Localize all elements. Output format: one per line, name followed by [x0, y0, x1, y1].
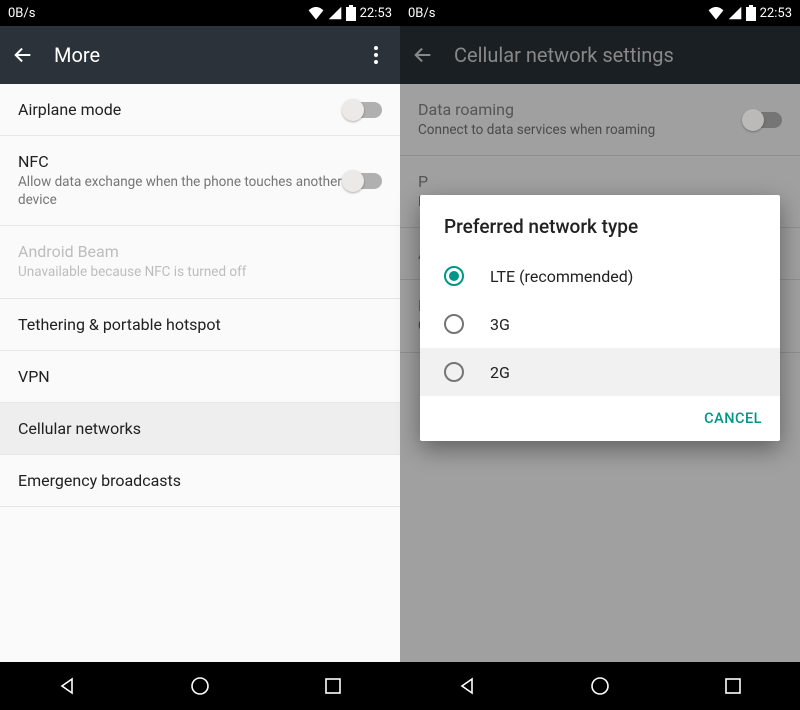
- nav-bar: [0, 662, 400, 710]
- arrow-back-icon: [412, 44, 434, 66]
- back-button[interactable]: [12, 44, 34, 66]
- roaming-toggle: [744, 112, 782, 128]
- arrow-back-icon: [12, 44, 34, 66]
- phone-right: 0B/s 22:53 Cellular network settings Dat…: [400, 0, 800, 710]
- wifi-icon: [708, 6, 724, 20]
- nav-recent[interactable]: [703, 662, 763, 710]
- airplane-toggle[interactable]: [344, 102, 382, 118]
- row-title: Emergency broadcasts: [18, 471, 382, 490]
- row-title: Cellular networks: [18, 419, 382, 438]
- phone-left: 0B/s 22:53 More Airplane mode NFC Allow …: [0, 0, 400, 710]
- network-speed: 0B/s: [8, 6, 35, 21]
- row-nfc[interactable]: NFC Allow data exchange when the phone t…: [0, 136, 400, 226]
- row-sub: Connect to data services when roaming: [418, 121, 744, 139]
- settings-list: Airplane mode NFC Allow data exchange wh…: [0, 84, 400, 662]
- row-sub: Unavailable because NFC is turned off: [18, 263, 382, 281]
- nav-home[interactable]: [170, 662, 230, 710]
- row-data-roaming: Data roaming Connect to data services wh…: [400, 84, 800, 156]
- circle-home-icon: [590, 676, 610, 696]
- row-tethering[interactable]: Tethering & portable hotspot: [0, 299, 400, 351]
- row-title: VPN: [18, 367, 382, 386]
- clock: 22:53: [760, 6, 792, 21]
- radio-label: 2G: [490, 363, 510, 382]
- signal-icon: [328, 6, 342, 20]
- row-android-beam: Android Beam Unavailable because NFC is …: [0, 226, 400, 298]
- triangle-back-icon: [57, 676, 77, 696]
- row-cellular-networks[interactable]: Cellular networks: [0, 403, 400, 455]
- cancel-button[interactable]: CANCEL: [704, 410, 762, 427]
- toolbar: Cellular network settings: [400, 26, 800, 84]
- dialog-actions: CANCEL: [420, 396, 780, 441]
- preferred-network-dialog: Preferred network type LTE (recommended)…: [420, 195, 780, 441]
- radio-option-3g[interactable]: 3G: [420, 300, 780, 348]
- signal-icon: [728, 6, 742, 20]
- row-title: Data roaming: [418, 100, 744, 119]
- radio-option-2g[interactable]: 2G: [420, 348, 780, 396]
- row-title: NFC: [18, 152, 344, 171]
- nav-bar: [400, 662, 800, 710]
- circle-home-icon: [190, 676, 210, 696]
- radio-label: LTE (recommended): [490, 267, 633, 286]
- row-vpn[interactable]: VPN: [0, 351, 400, 403]
- status-icons: 22:53: [708, 5, 792, 21]
- radio-icon: [444, 266, 464, 286]
- row-airplane-mode[interactable]: Airplane mode: [0, 84, 400, 136]
- nfc-toggle[interactable]: [344, 173, 382, 189]
- row-title: P: [418, 172, 782, 191]
- more-vert-icon: [374, 46, 378, 64]
- status-icons: 22:53: [308, 5, 392, 21]
- nav-home[interactable]: [570, 662, 630, 710]
- dialog-title: Preferred network type: [420, 195, 780, 252]
- row-title: Android Beam: [18, 242, 382, 261]
- row-title: Tethering & portable hotspot: [18, 315, 382, 334]
- radio-icon: [444, 362, 464, 382]
- row-sub: Allow data exchange when the phone touch…: [18, 173, 344, 209]
- square-recent-icon: [324, 677, 342, 695]
- nav-back[interactable]: [437, 662, 497, 710]
- toolbar: More: [0, 26, 400, 84]
- battery-icon: [346, 5, 356, 21]
- triangle-back-icon: [457, 676, 477, 696]
- radio-icon: [444, 314, 464, 334]
- radio-option-lte[interactable]: LTE (recommended): [420, 252, 780, 300]
- radio-label: 3G: [490, 315, 510, 334]
- nav-recent[interactable]: [303, 662, 363, 710]
- network-speed: 0B/s: [408, 6, 435, 21]
- square-recent-icon: [724, 677, 742, 695]
- status-bar: 0B/s 22:53: [400, 0, 800, 26]
- row-emergency-broadcasts[interactable]: Emergency broadcasts: [0, 455, 400, 507]
- nav-back[interactable]: [37, 662, 97, 710]
- overflow-menu[interactable]: [364, 46, 388, 64]
- clock: 22:53: [360, 6, 392, 21]
- status-bar: 0B/s 22:53: [0, 0, 400, 26]
- row-title: Airplane mode: [18, 100, 344, 119]
- page-title: Cellular network settings: [454, 43, 788, 67]
- page-title: More: [54, 43, 364, 67]
- back-button[interactable]: [412, 44, 434, 66]
- battery-icon: [746, 5, 756, 21]
- wifi-icon: [308, 6, 324, 20]
